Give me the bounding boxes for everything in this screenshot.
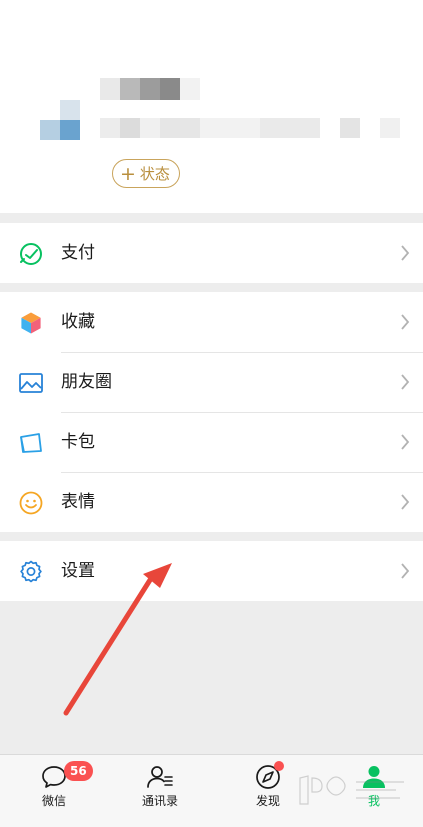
tab-contacts[interactable]: 通讯录 (120, 755, 200, 815)
tab-label: 发现 (255, 794, 280, 808)
wechat-id-blurred (100, 118, 400, 138)
moments-icon (19, 373, 43, 393)
gear-icon (20, 560, 42, 583)
menu-item-label: 卡包 (61, 432, 95, 452)
menu-item-stickers[interactable]: 表情 (0, 472, 423, 532)
contacts-icon (147, 766, 173, 788)
menu-item-pay[interactable]: 支付 (0, 223, 423, 283)
sticker-icon (19, 491, 43, 515)
menu-item-favorites[interactable]: 收藏 (0, 292, 423, 352)
chevron-right-icon (401, 245, 410, 261)
new-content-dot (274, 761, 284, 771)
chevron-right-icon (401, 374, 410, 390)
tab-chats[interactable]: 56 微信 (14, 755, 94, 815)
avatar[interactable] (40, 100, 80, 140)
profile-header[interactable]: + 状态 (0, 0, 423, 213)
tab-label: 微信 (41, 794, 66, 808)
menu-item-settings[interactable]: 设置 (0, 541, 423, 601)
unread-badge: 56 (64, 761, 93, 781)
menu-item-label: 支付 (61, 243, 95, 263)
favorites-icon (20, 311, 42, 335)
menu-item-label: 表情 (61, 492, 95, 512)
bottom-tab-bar: 56 微信 通讯录 发现 我 (0, 754, 423, 827)
tab-me[interactable]: 我 (334, 755, 414, 815)
chevron-right-icon (401, 434, 410, 450)
menu-item-label: 设置 (61, 561, 95, 581)
menu-item-label: 收藏 (61, 312, 95, 332)
tab-label: 我 (367, 794, 380, 808)
nickname-blurred (100, 78, 200, 100)
status-label: 状态 (139, 164, 170, 183)
chevron-right-icon (401, 563, 410, 579)
pay-icon (20, 243, 42, 265)
menu-item-card-wallet[interactable]: 卡包 (0, 412, 423, 472)
add-status-button[interactable]: + 状态 (112, 159, 180, 188)
menu-item-moments[interactable]: 朋友圈 (0, 352, 423, 412)
plus-icon: + (120, 162, 136, 185)
chevron-right-icon (401, 494, 410, 510)
tab-discover[interactable]: 发现 (228, 755, 308, 815)
user-icon (363, 766, 385, 788)
features-group: 收藏 朋友圈 卡包 表情 (0, 292, 423, 532)
chevron-right-icon (401, 314, 410, 330)
tab-label: 通讯录 (141, 794, 178, 808)
pay-group: 支付 (0, 223, 423, 283)
settings-group: 设置 (0, 541, 423, 601)
card-wallet-icon (20, 433, 42, 453)
menu-item-label: 朋友圈 (61, 372, 112, 392)
